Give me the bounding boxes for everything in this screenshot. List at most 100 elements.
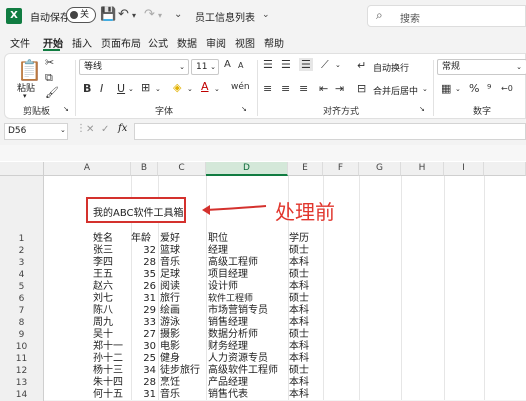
chevron-down-icon[interactable]: ⌄ bbox=[214, 85, 220, 93]
cell-age[interactable]: 35 bbox=[131, 269, 156, 281]
wrap-text-icon[interactable]: ↵ bbox=[357, 59, 366, 72]
cell-position[interactable]: 设计师 bbox=[208, 281, 238, 293]
cell-education[interactable]: 硕士 bbox=[289, 329, 309, 341]
search-input[interactable]: ⌕ 搜索 bbox=[367, 5, 526, 27]
cell-age[interactable]: 28 bbox=[131, 257, 156, 269]
cancel-icon[interactable]: ✕ bbox=[86, 124, 94, 135]
tab-view[interactable]: 视图 bbox=[235, 35, 255, 50]
cell-age[interactable]: 27 bbox=[131, 329, 156, 341]
column-header-d[interactable]: D bbox=[206, 162, 288, 176]
tab-insert[interactable]: 插入 bbox=[72, 35, 92, 50]
cell-name[interactable]: 何十五 bbox=[93, 389, 123, 401]
cell-education[interactable]: 硕士 bbox=[289, 269, 309, 281]
font-color-icon[interactable]: A bbox=[201, 80, 209, 93]
chevron-down-icon[interactable]: ⌄ bbox=[422, 85, 428, 93]
tab-help[interactable]: 帮助 bbox=[264, 35, 284, 50]
chevron-down-icon[interactable]: ⌄ bbox=[155, 85, 161, 93]
cell-education[interactable]: 本科 bbox=[289, 377, 309, 389]
cell-education[interactable]: 硕士 bbox=[289, 365, 309, 377]
align-left-icon[interactable]: ≡ bbox=[263, 82, 272, 95]
cell-age[interactable]: 26 bbox=[131, 281, 156, 293]
cell-age[interactable]: 31 bbox=[131, 293, 156, 305]
tab-home[interactable]: 开始 bbox=[43, 35, 63, 50]
cell-education[interactable]: 本科 bbox=[289, 341, 309, 353]
decimal-icon[interactable]: ←0 bbox=[501, 84, 513, 93]
cell-hobby[interactable]: 绘画 bbox=[160, 305, 180, 317]
fill-color-icon[interactable]: ◈ bbox=[173, 81, 181, 94]
merge-center-icon[interactable]: ⊟ bbox=[357, 82, 366, 95]
cell-hobby[interactable]: 徒步旅行 bbox=[160, 365, 200, 377]
cell-position[interactable]: 软件工程师 bbox=[208, 293, 253, 305]
cell-education[interactable]: 本科 bbox=[289, 257, 309, 269]
merge-center-button[interactable]: 合并后居中 bbox=[373, 84, 418, 97]
align-bottom-icon[interactable]: ☰ bbox=[299, 58, 313, 71]
tab-review[interactable]: 审阅 bbox=[206, 35, 226, 50]
cell-name[interactable]: 朱十四 bbox=[93, 377, 123, 389]
row-header-1[interactable]: 1 bbox=[0, 233, 44, 245]
chevron-down-icon[interactable]: ▾ bbox=[158, 11, 162, 20]
customize-toolbar-icon[interactable]: ⌄ bbox=[174, 9, 182, 20]
italic-button[interactable]: I bbox=[100, 82, 103, 95]
column-header-b[interactable]: B bbox=[131, 162, 158, 176]
chevron-down-icon[interactable]: ⌄ bbox=[128, 85, 134, 93]
cell-name[interactable]: 赵六 bbox=[93, 281, 113, 293]
autosave-toggle[interactable]: 关 bbox=[66, 7, 96, 23]
table-header-age[interactable]: 年龄 bbox=[131, 233, 151, 245]
cell-name[interactable]: 刘七 bbox=[93, 293, 113, 305]
formula-input[interactable] bbox=[134, 123, 526, 140]
copy-icon[interactable]: ⧉ bbox=[45, 71, 53, 85]
cell-age[interactable]: 25 bbox=[131, 353, 156, 365]
insert-function-icon[interactable]: fx bbox=[118, 123, 127, 134]
chevron-down-icon[interactable]: ▾ bbox=[23, 92, 27, 100]
row-header-11[interactable]: 11 bbox=[0, 353, 44, 365]
borders-icon[interactable]: ⊞ bbox=[141, 81, 150, 94]
cell-education[interactable]: 本科 bbox=[289, 281, 309, 293]
undo-icon[interactable]: ↶ bbox=[118, 7, 129, 22]
row-header-13[interactable]: 13 bbox=[0, 377, 44, 389]
column-header-h[interactable]: H bbox=[401, 162, 444, 176]
save-icon[interactable]: 💾 bbox=[100, 7, 116, 22]
underline-button[interactable]: U bbox=[117, 82, 125, 95]
increase-indent-icon[interactable]: ⇥ bbox=[335, 82, 344, 95]
chevron-down-icon[interactable]: ▾ bbox=[132, 11, 136, 20]
cell-hobby[interactable]: 旅行 bbox=[160, 293, 180, 305]
font-size-select[interactable]: 11 ⌄ bbox=[191, 59, 219, 75]
cell-name[interactable]: 杨十三 bbox=[93, 365, 123, 377]
cell-education[interactable]: 本科 bbox=[289, 389, 309, 401]
dialog-launcher-icon[interactable]: ↘ bbox=[241, 105, 247, 113]
tab-page-layout[interactable]: 页面布局 bbox=[101, 35, 141, 50]
chevron-down-icon[interactable]: ⌄ bbox=[60, 126, 66, 134]
paste-icon[interactable]: 📋 bbox=[17, 58, 42, 82]
row-header-3[interactable]: 3 bbox=[0, 257, 44, 269]
cell-age[interactable]: 33 bbox=[131, 317, 156, 329]
column-header-i[interactable]: I bbox=[444, 162, 484, 176]
cell-position[interactable]: 销售代表 bbox=[208, 389, 248, 401]
tab-file[interactable]: 文件 bbox=[10, 35, 30, 50]
decrease-indent-icon[interactable]: ⇤ bbox=[319, 82, 328, 95]
column-header-j[interactable] bbox=[484, 162, 526, 176]
cell-position[interactable]: 财务经理 bbox=[208, 341, 248, 353]
name-box[interactable]: D56 bbox=[4, 123, 68, 140]
column-header-c[interactable]: C bbox=[158, 162, 206, 176]
orientation-icon[interactable]: ⟋ bbox=[321, 58, 329, 72]
cell-name[interactable]: 陈八 bbox=[93, 305, 113, 317]
row-header-6[interactable]: 6 bbox=[0, 293, 44, 305]
align-top-icon[interactable]: ☰ bbox=[263, 58, 273, 71]
cut-icon[interactable]: ✂ bbox=[45, 56, 54, 69]
select-all-button[interactable] bbox=[0, 162, 44, 176]
column-header-f[interactable]: F bbox=[323, 162, 359, 176]
table-header-position[interactable]: 职位 bbox=[208, 233, 228, 245]
cell-position[interactable]: 经理 bbox=[208, 245, 228, 257]
confirm-icon[interactable]: ✓ bbox=[101, 124, 109, 135]
cell-position[interactable]: 产品经理 bbox=[208, 377, 248, 389]
cell-hobby[interactable]: 摄影 bbox=[160, 329, 180, 341]
cell-age[interactable]: 34 bbox=[131, 365, 156, 377]
cell-position[interactable]: 高级软件工程师 bbox=[208, 365, 278, 377]
table-header-education[interactable]: 学历 bbox=[289, 233, 309, 245]
tab-data[interactable]: 数据 bbox=[177, 35, 197, 50]
row-header-9[interactable]: 9 bbox=[0, 329, 44, 341]
cell-name[interactable]: 王五 bbox=[93, 269, 113, 281]
redo-icon[interactable]: ↷ bbox=[144, 7, 155, 22]
cell-hobby[interactable]: 烹饪 bbox=[160, 377, 180, 389]
cell-hobby[interactable]: 篮球 bbox=[160, 245, 180, 257]
